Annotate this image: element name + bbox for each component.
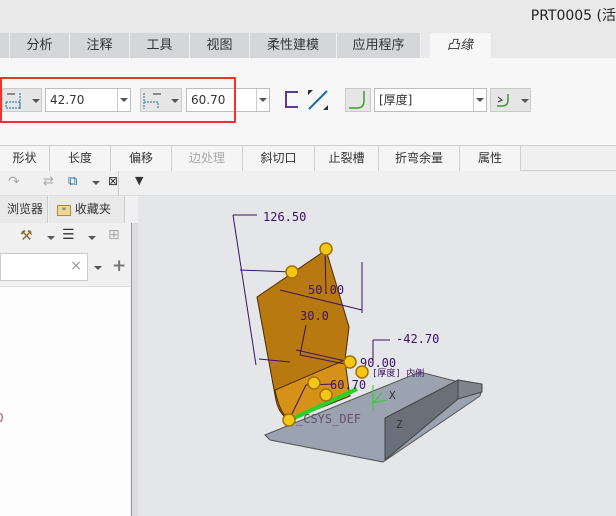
tab-model-browser[interactable]: 浏览器 (0, 196, 48, 223)
search-options-icon[interactable] (94, 266, 102, 270)
subtab-length[interactable]: 长度 (50, 146, 111, 171)
tab-applications[interactable]: 应用程序 (337, 33, 421, 58)
dim-50-00[interactable]: 50.00 (308, 283, 344, 297)
drag-handle (319, 242, 333, 256)
length-highlight-box (0, 77, 236, 123)
panel-scrollbar[interactable] (131, 223, 138, 516)
graphics-area[interactable]: 126.50 50.00 30.0 -42.70 90.00 60.70 [厚度… (140, 196, 616, 516)
tools-icon[interactable]: ⚒ (20, 228, 33, 244)
drag-handle (319, 388, 333, 402)
model-tree: 0 (0, 286, 130, 516)
bend-radius-button[interactable] (345, 88, 371, 112)
favorites-label: 收藏夹 (74, 202, 111, 216)
favorites-folder-icon: * (57, 205, 71, 216)
tab-flexible-modeling[interactable]: 柔性建模 (250, 33, 337, 58)
tree-item-partial[interactable]: 0 (0, 411, 4, 425)
tab-flange[interactable]: 凸缘 (430, 33, 491, 58)
drag-handle (307, 376, 321, 390)
csys-label: _CSYS_DEF (296, 412, 361, 426)
tab-hidden[interactable] (0, 33, 10, 58)
drag-handle (355, 365, 369, 379)
thickness-value: [厚度] (379, 93, 413, 107)
subtab-bend-allowance[interactable]: 折弯余量 (379, 146, 460, 171)
dim-30-0[interactable]: 30.0 (300, 309, 329, 323)
divider (118, 171, 119, 196)
chevron-down-icon (521, 99, 529, 103)
search-input[interactable]: × (0, 253, 88, 281)
bend-radius-icon (349, 91, 365, 109)
add-icon[interactable]: + (112, 256, 126, 276)
thickness-label[interactable]: [厚度] 内侧 (372, 367, 424, 379)
chevron-down-icon[interactable] (92, 181, 100, 185)
length-2-dropdown[interactable] (256, 89, 269, 111)
title-bar: PRT0005 (活 (0, 0, 616, 33)
subtab-relief[interactable]: 止裂槽 (315, 146, 379, 171)
toolbar-menu-icon[interactable]: ▼ (135, 174, 143, 187)
dim-126-50[interactable]: 126.50 (263, 210, 306, 224)
chevron-down-icon[interactable] (88, 236, 96, 240)
regenerate-icon[interactable]: ⇄ (43, 174, 54, 189)
thickness-arrow[interactable] (473, 89, 486, 111)
flip-profile-icon[interactable] (284, 90, 300, 110)
tree-filter-icon[interactable]: ⊞ (108, 227, 120, 243)
subtab-offset[interactable]: 偏移 (111, 146, 172, 171)
subtab-edge-treatment: 边处理 (172, 146, 243, 171)
bend-side-button[interactable] (490, 88, 531, 112)
model-view: 126.50 50.00 30.0 -42.70 90.00 60.70 [厚度… (232, 210, 483, 463)
subtab-properties[interactable]: 属性 (460, 146, 521, 171)
thickness-dropdown[interactable]: [厚度] (374, 88, 487, 112)
windows-icon[interactable]: ⧉ (68, 174, 77, 189)
show-list-icon[interactable]: ☰ (62, 227, 75, 243)
drag-handle (343, 355, 357, 369)
tab-analysis[interactable]: 分析 (10, 33, 70, 58)
feature-subtabs: 形状 长度 偏移 边处理 斜切口 止裂槽 折弯余量 属性 (0, 145, 616, 171)
tab-favorites[interactable]: * 收藏夹 (49, 196, 125, 223)
drag-handle (282, 413, 296, 427)
tab-tools[interactable]: 工具 (130, 33, 190, 58)
subtab-shape[interactable]: 形状 (0, 146, 50, 171)
flip-direction-icon[interactable] (306, 88, 330, 112)
axis-z-label: Z (396, 418, 403, 431)
ribbon-tabs: 分析 注释 工具 视图 柔性建模 应用程序 凸缘 (0, 33, 616, 58)
dim-60-70[interactable]: 60.70 (330, 378, 366, 392)
window-title: PRT0005 (活 (530, 8, 616, 24)
subtab-miter-cut[interactable]: 斜切口 (243, 146, 315, 171)
axis-x-label: X (389, 389, 396, 402)
quick-toolbar: ↷ ⇄ ⧉ ⊠ ▼ (0, 171, 616, 196)
drag-handle (285, 265, 299, 279)
clear-icon[interactable]: × (70, 258, 82, 274)
bend-side-icon (497, 94, 509, 107)
redo-icon[interactable]: ↷ (8, 174, 20, 190)
chevron-down-icon[interactable] (47, 236, 55, 240)
dim-neg-42-70[interactable]: -42.70 (396, 332, 439, 346)
tab-annotate[interactable]: 注释 (70, 33, 130, 58)
tab-view[interactable]: 视图 (190, 33, 250, 58)
close-window-icon[interactable]: ⊠ (108, 174, 118, 188)
